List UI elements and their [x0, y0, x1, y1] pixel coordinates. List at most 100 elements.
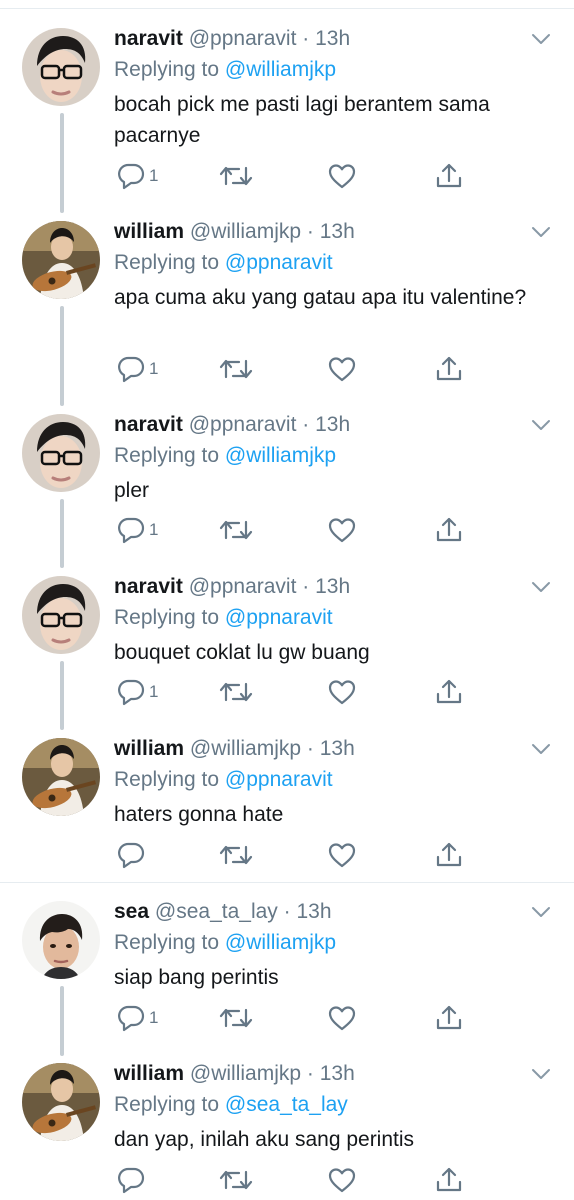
share-button[interactable]	[434, 840, 464, 870]
share-button[interactable]	[434, 1165, 464, 1195]
retweet-button[interactable]	[218, 840, 254, 870]
timestamp[interactable]: 13h	[320, 737, 355, 760]
share-button[interactable]	[434, 354, 464, 384]
heart-icon	[327, 1166, 357, 1194]
action-bar: 1	[114, 354, 474, 384]
share-button[interactable]	[434, 161, 464, 191]
display-name[interactable]: william	[114, 1062, 184, 1085]
user-handle[interactable]: @sea_ta_lay	[155, 900, 278, 923]
retweet-button[interactable]	[218, 161, 254, 191]
timestamp[interactable]: 13h	[315, 575, 350, 598]
avatar[interactable]	[22, 1063, 100, 1141]
action-bar: 1	[114, 1003, 474, 1033]
timestamp[interactable]: 13h	[320, 1062, 355, 1085]
tweet-header: sea @sea_ta_lay · 13h	[114, 899, 332, 925]
mention-link[interactable]: @williamjkp	[225, 444, 336, 467]
share-button[interactable]	[434, 1003, 464, 1033]
action-bar	[114, 1165, 474, 1195]
retweet-button[interactable]	[218, 677, 254, 707]
replying-to-label: Replying to	[114, 58, 225, 81]
tweet-text: pler	[114, 479, 150, 502]
timestamp[interactable]: 13h	[315, 413, 350, 436]
avatar[interactable]	[22, 221, 100, 299]
like-button[interactable]	[327, 515, 357, 545]
chevron-down-icon[interactable]	[531, 1067, 551, 1081]
mention-link[interactable]: @ppnaravit	[225, 768, 333, 791]
chevron-down-icon[interactable]	[531, 418, 551, 432]
reply-icon	[116, 841, 146, 869]
avatar[interactable]	[22, 738, 100, 816]
avatar[interactable]	[22, 901, 100, 979]
action-bar: 1	[114, 161, 474, 191]
share-button[interactable]	[434, 515, 464, 545]
separator-dot: ·	[277, 900, 297, 923]
display-name[interactable]: naravit	[114, 27, 183, 50]
user-handle[interactable]: @ppnaravit	[189, 413, 297, 436]
share-icon	[434, 841, 464, 869]
chevron-down-icon[interactable]	[531, 225, 551, 239]
chevron-down-icon[interactable]	[531, 905, 551, 919]
reply-button[interactable]: 1	[116, 161, 158, 191]
mention-link[interactable]: @sea_ta_lay	[225, 1093, 348, 1116]
display-name[interactable]: william	[114, 737, 184, 760]
replying-to: Replying to @ppnaravit	[114, 250, 333, 276]
heart-icon	[327, 355, 357, 383]
retweet-icon	[218, 841, 254, 869]
heart-icon	[327, 841, 357, 869]
tweet-text: dan yap, inilah aku sang perintis	[114, 1128, 415, 1151]
like-button[interactable]	[327, 1165, 357, 1195]
like-button[interactable]	[327, 677, 357, 707]
mention-link[interactable]: @williamjkp	[225, 58, 336, 81]
separator-dot: ·	[296, 575, 316, 598]
avatar[interactable]	[22, 28, 100, 106]
display-name[interactable]: naravit	[114, 575, 183, 598]
replying-to: Replying to @williamjkp	[114, 443, 336, 469]
chevron-down-icon[interactable]	[531, 580, 551, 594]
like-button[interactable]	[327, 354, 357, 384]
like-button[interactable]	[327, 161, 357, 191]
reply-button[interactable]: 1	[116, 354, 158, 384]
user-handle[interactable]: @williamjkp	[190, 737, 301, 760]
reply-button[interactable]: 1	[116, 1003, 158, 1033]
reply-button[interactable]	[116, 1165, 149, 1195]
tweet-text: haters gonna hate	[114, 803, 284, 826]
retweet-button[interactable]	[218, 354, 254, 384]
replying-to-label: Replying to	[114, 768, 225, 791]
display-name[interactable]: sea	[114, 900, 149, 923]
chevron-down-icon[interactable]	[531, 32, 551, 46]
mention-link[interactable]: @williamjkp	[225, 931, 336, 954]
user-handle[interactable]: @ppnaravit	[189, 575, 297, 598]
timestamp[interactable]: 13h	[315, 27, 350, 50]
heart-icon	[327, 516, 357, 544]
display-name[interactable]: william	[114, 220, 184, 243]
reply-button[interactable]: 1	[116, 515, 158, 545]
retweet-button[interactable]	[218, 1003, 254, 1033]
share-button[interactable]	[434, 677, 464, 707]
mention-link[interactable]: @ppnaravit	[225, 606, 333, 629]
like-button[interactable]	[327, 1003, 357, 1033]
user-handle[interactable]: @ppnaravit	[189, 27, 297, 50]
action-bar: 1	[114, 515, 474, 545]
avatar[interactable]	[22, 414, 100, 492]
user-handle[interactable]: @williamjkp	[190, 1062, 301, 1085]
retweet-button[interactable]	[218, 515, 254, 545]
replying-to: Replying to @williamjkp	[114, 57, 336, 83]
retweet-button[interactable]	[218, 1165, 254, 1195]
mention-link[interactable]: @ppnaravit	[225, 251, 333, 274]
chevron-down-icon[interactable]	[531, 742, 551, 756]
reply-button[interactable]: 1	[116, 677, 158, 707]
reply-button[interactable]	[116, 840, 149, 870]
tweet-divider	[0, 882, 574, 883]
tweet-text: siap bang perintis	[114, 966, 279, 989]
separator-dot: ·	[301, 737, 320, 760]
heart-icon	[327, 162, 357, 190]
share-icon	[434, 516, 464, 544]
thread-line	[60, 499, 64, 568]
timestamp[interactable]: 13h	[296, 900, 331, 923]
action-bar: 1	[114, 677, 474, 707]
display-name[interactable]: naravit	[114, 413, 183, 436]
timestamp[interactable]: 13h	[320, 220, 355, 243]
avatar[interactable]	[22, 576, 100, 654]
like-button[interactable]	[327, 840, 357, 870]
user-handle[interactable]: @williamjkp	[190, 220, 301, 243]
